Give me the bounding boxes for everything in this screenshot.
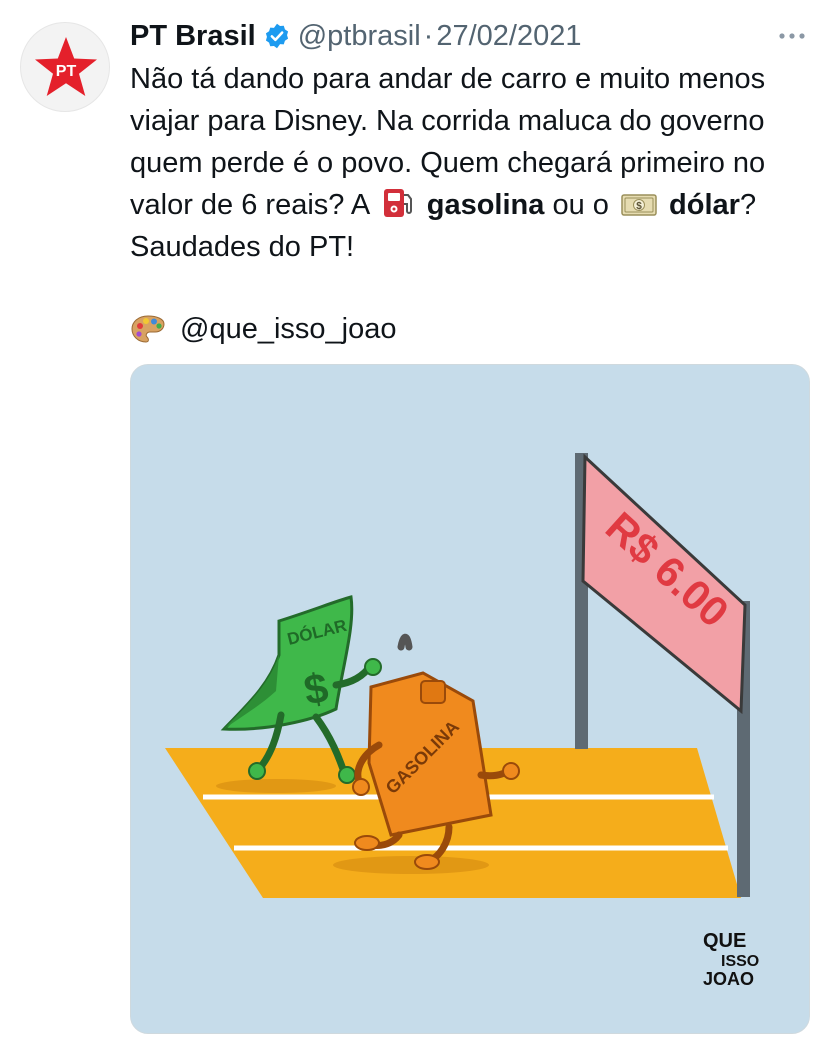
word-dolar: dólar <box>669 189 740 221</box>
tweet-header: PT Brasil @ptbrasil · 27/02/2021 <box>130 14 808 58</box>
pt-star-logo: PT <box>35 37 97 96</box>
author-handle[interactable]: @ptbrasil <box>298 20 421 53</box>
verified-badge-icon <box>265 23 288 49</box>
fuel-pump-emoji <box>383 189 412 217</box>
artist-palette-emoji <box>131 315 165 343</box>
avatar-label: PT <box>56 63 77 80</box>
svg-text:$: $ <box>636 201 642 212</box>
credit-handle[interactable]: @que_isso_joao <box>180 308 396 350</box>
tweet-text-or: ou o <box>552 189 609 221</box>
artist-line-3: JOAO <box>703 969 754 989</box>
artist-line-2: ISSO <box>721 953 759 970</box>
artist-credit: @que_isso_joao <box>130 308 396 350</box>
more-options-icon[interactable] <box>776 22 808 50</box>
tweet-text: Não tá dando para andar de carro e muito… <box>130 58 820 268</box>
author-name[interactable]: PT Brasil <box>130 20 256 53</box>
race-cartoon: R$ 6.00 DÓLAR $ GASOLINA QUE ISSO JOAO <box>131 365 809 1033</box>
artist-line-1: QUE <box>703 930 746 952</box>
tweet-date[interactable]: 27/02/2021 <box>436 20 581 53</box>
word-gasolina: gasolina <box>426 189 545 221</box>
avatar[interactable]: PT <box>20 22 110 112</box>
tweet-media-image[interactable]: R$ 6.00 DÓLAR $ GASOLINA QUE ISSO JOAO <box>130 364 810 1034</box>
separator-dot: · <box>423 19 434 52</box>
dollar-banknote-emoji: $ <box>621 194 657 216</box>
